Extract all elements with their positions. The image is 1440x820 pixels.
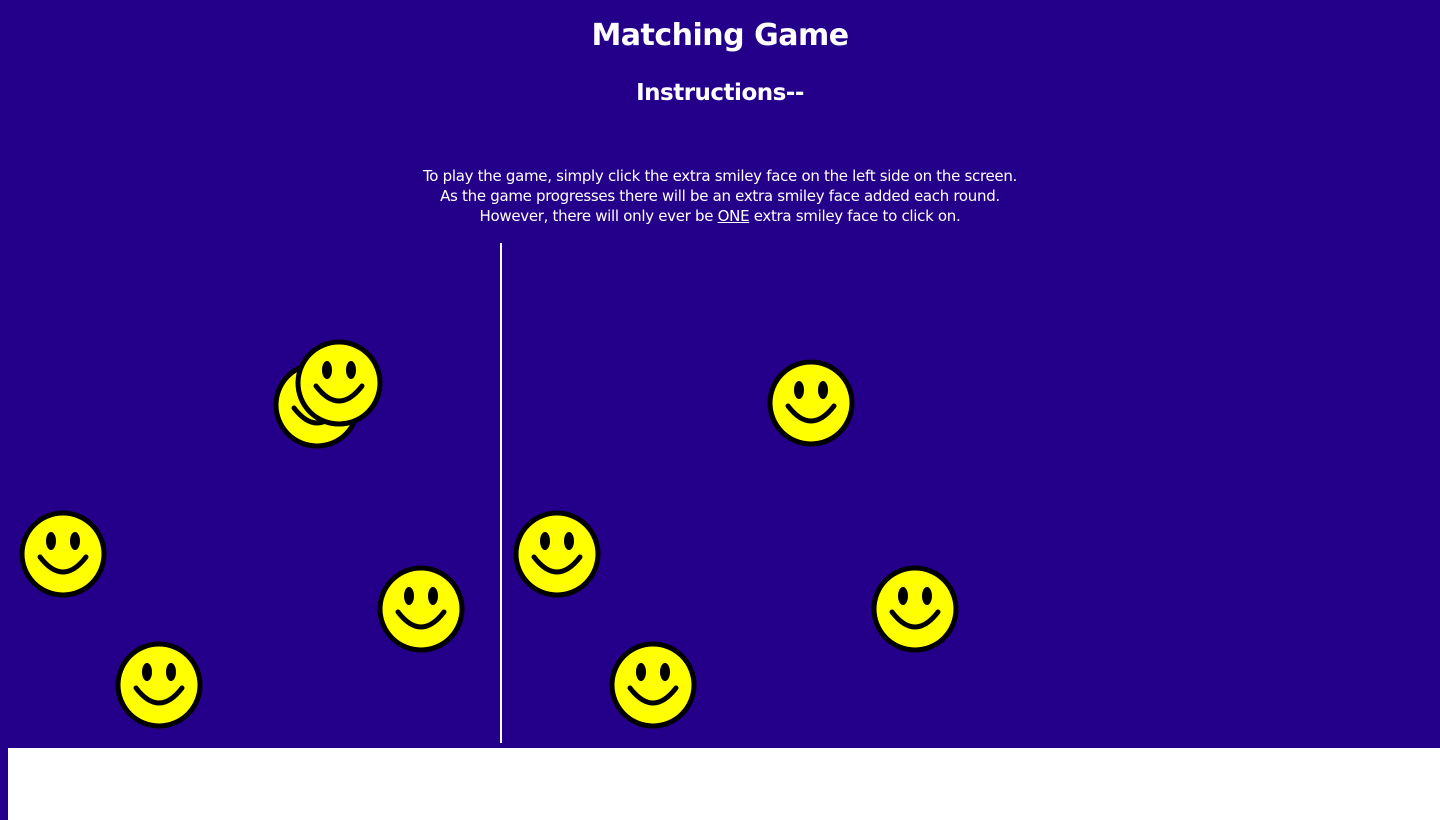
smiley-face-icon[interactable] xyxy=(294,338,384,428)
instructions-line-1: To play the game, simply click the extra… xyxy=(422,167,1018,185)
instructions-heading: Instructions-- xyxy=(636,80,804,106)
smiley-face-icon[interactable] xyxy=(114,640,204,730)
background-strip xyxy=(0,748,8,820)
smiley-face-icon[interactable] xyxy=(870,564,960,654)
game-background xyxy=(0,0,1440,748)
smiley-face-icon[interactable] xyxy=(608,640,698,730)
instructions-line-3: However, there will only ever be ONE ext… xyxy=(0,206,1440,226)
smiley-face-icon[interactable] xyxy=(376,564,466,654)
instructions-emphasis-one: ONE xyxy=(717,207,750,225)
instructions-line-3-end: extra smiley face to click on. xyxy=(749,207,961,225)
smiley-face-icon[interactable] xyxy=(512,509,602,599)
panel-divider xyxy=(500,243,502,743)
instructions-text: To play the game, simply click the extra… xyxy=(0,166,1440,226)
instructions-line-2: As the game progresses there will be an … xyxy=(440,187,1000,205)
page-title: Matching Game xyxy=(591,18,849,53)
smiley-face-icon[interactable] xyxy=(766,358,856,448)
instructions-line-3-start: However, there will only ever be xyxy=(479,207,718,225)
smiley-face-icon[interactable] xyxy=(18,509,108,599)
